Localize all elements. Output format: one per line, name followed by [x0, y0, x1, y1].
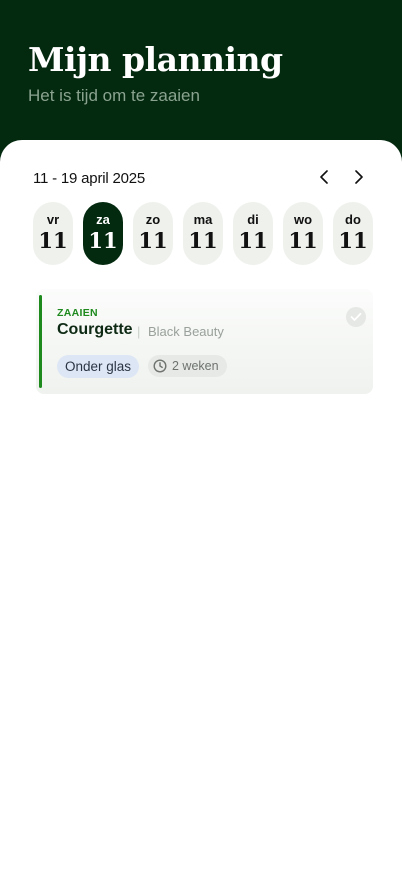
day-pill-wo[interactable]: wo 11	[283, 202, 323, 265]
header: Mijn planning Het is tijd om te zaaien	[0, 0, 402, 160]
chevron-right-icon	[355, 170, 363, 184]
clock-icon	[153, 359, 167, 373]
day-name: di	[247, 212, 259, 227]
day-name: za	[96, 212, 110, 227]
day-name: ma	[193, 212, 213, 227]
day-name: vr	[46, 212, 60, 227]
day-number: 11	[88, 228, 118, 253]
day-name: do	[345, 212, 361, 227]
task-card[interactable]: ZAAIEN Courgette | Black Beauty Onder gl…	[36, 289, 373, 394]
day-pill-vr[interactable]: vr 11	[33, 202, 73, 265]
duration-text: 2 weken	[172, 359, 219, 373]
day-number: 11	[288, 228, 318, 253]
location-chip: Onder glas	[57, 355, 140, 378]
day-name: zo	[145, 212, 161, 227]
chevron-left-icon	[320, 170, 328, 184]
task-plant-variety: Black Beauty	[148, 324, 224, 339]
task-accent-bar	[39, 295, 42, 388]
day-pill-di[interactable]: di 11	[233, 202, 273, 265]
day-name: wo	[293, 212, 313, 227]
task-separator: |	[137, 324, 141, 339]
complete-task-button[interactable]	[346, 307, 366, 327]
week-range: 11 - 19 april 2025	[33, 170, 146, 187]
task-type-label: ZAAIEN	[57, 307, 98, 319]
day-number: 11	[138, 228, 168, 253]
duration-chip: 2 weken	[148, 355, 227, 377]
planning-sheet: 11 - 19 april 2025 vr 11 za 11 zo 11 ma …	[0, 140, 402, 874]
day-pill-zo[interactable]: zo 11	[133, 202, 173, 265]
check-icon	[350, 312, 362, 321]
day-number: 11	[38, 228, 68, 253]
day-pill-za[interactable]: za 11	[83, 202, 123, 265]
page-title: Mijn planning	[28, 40, 283, 79]
day-number: 11	[338, 228, 368, 253]
day-number: 11	[188, 228, 218, 253]
previous-week-button[interactable]	[314, 166, 336, 188]
page-subtitle: Het is tijd om te zaaien	[28, 86, 200, 105]
day-pill-ma[interactable]: ma 11	[183, 202, 223, 265]
next-week-button[interactable]	[347, 166, 369, 188]
day-number: 11	[238, 228, 268, 253]
day-pill-do[interactable]: do 11	[333, 202, 373, 265]
task-plant-name: Courgette	[57, 321, 133, 338]
